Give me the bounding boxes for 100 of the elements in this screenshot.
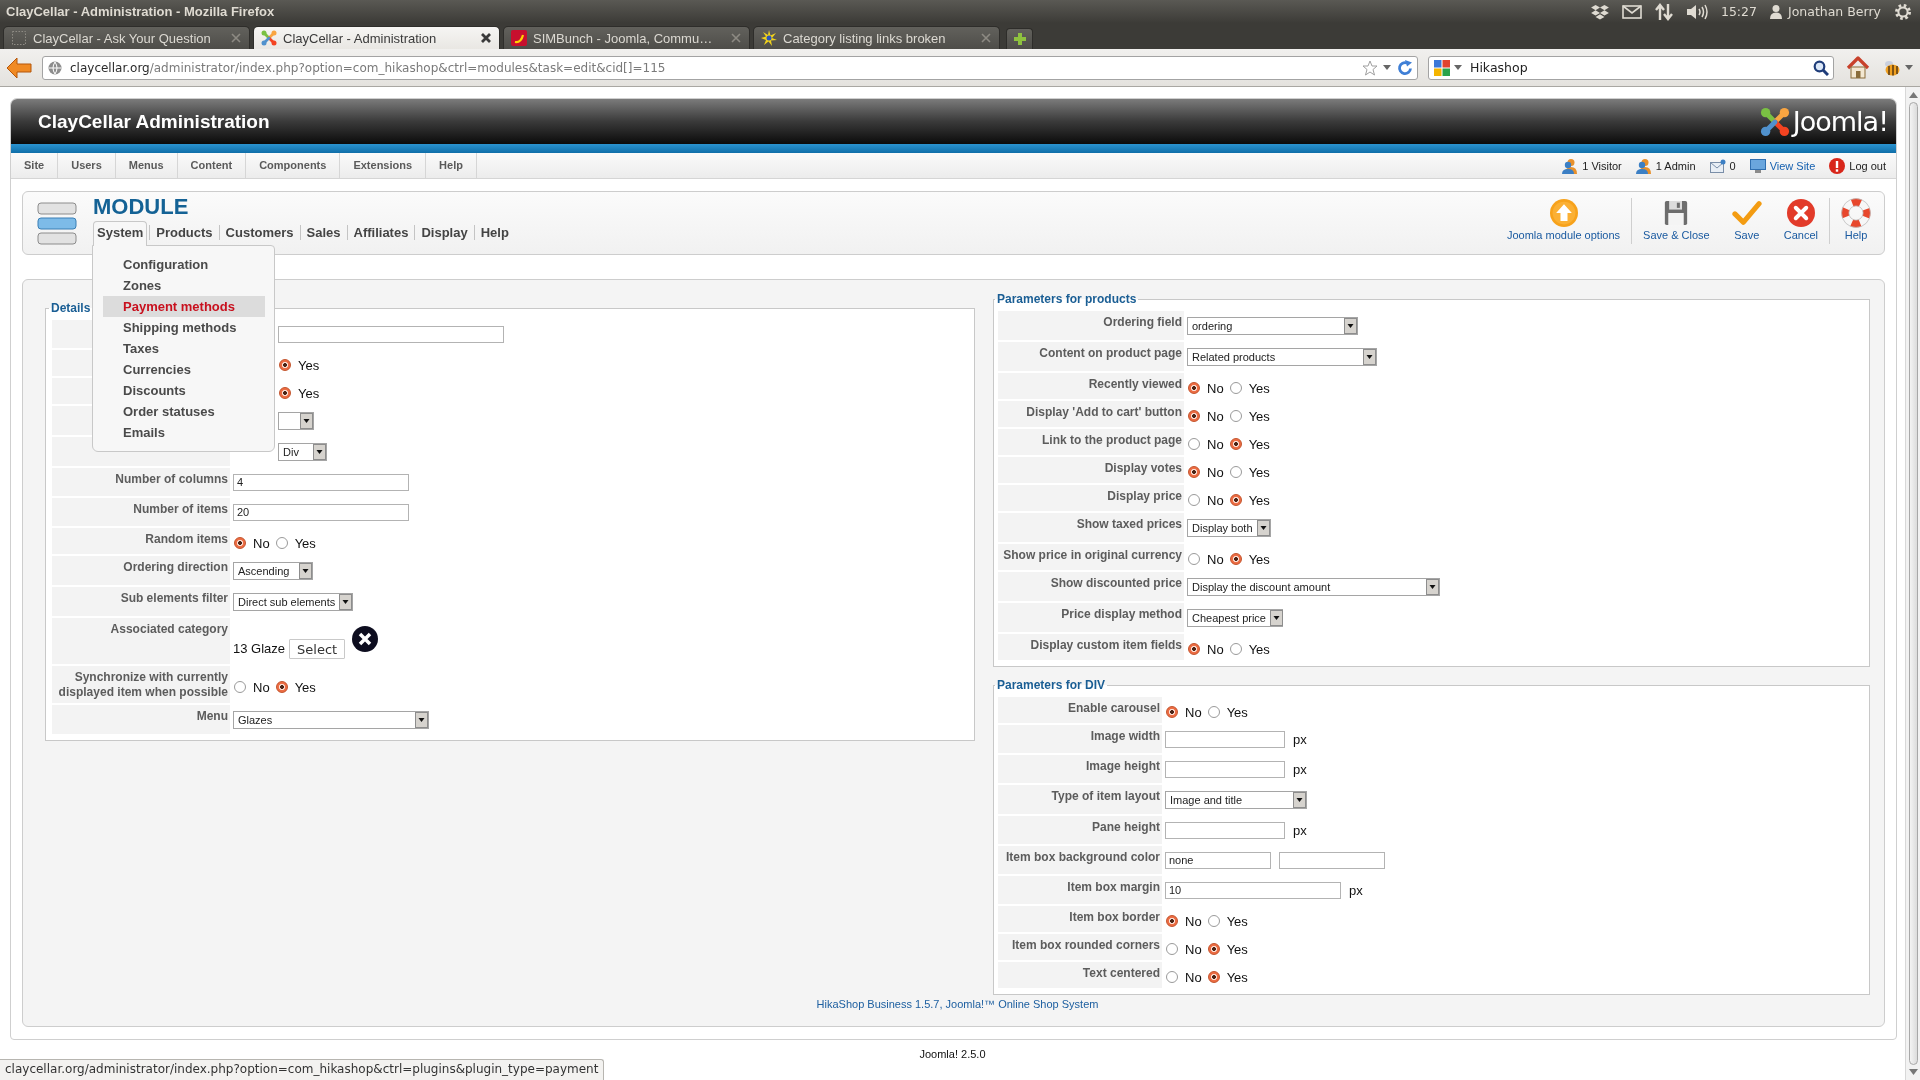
save-button[interactable]: Save	[1720, 197, 1773, 242]
caret-icon[interactable]	[1905, 65, 1913, 70]
radio-button[interactable]	[1166, 971, 1178, 983]
radio-button[interactable]	[234, 537, 246, 549]
menu-bar-item[interactable]: Components	[246, 153, 341, 178]
radio-button[interactable]	[279, 387, 291, 399]
radio-button[interactable]	[1229, 643, 1242, 655]
volume-icon[interactable]	[1685, 3, 1708, 20]
menu-bar-item[interactable]: Menus	[115, 153, 178, 178]
radio-button[interactable]	[1188, 382, 1200, 394]
input-field[interactable]	[1165, 822, 1285, 839]
dropdown[interactable]: Display the discount amount	[1187, 578, 1440, 596]
browser-tab[interactable]: SIMBunch - Joomla, Commu…	[503, 26, 750, 49]
input-field[interactable]	[1279, 852, 1385, 869]
menu-item[interactable]: Shipping methods	[103, 317, 265, 338]
menu-item[interactable]: Taxes	[103, 338, 265, 359]
logout-link[interactable]: Log out	[1849, 159, 1886, 172]
menu-bar-item[interactable]: Extensions	[340, 153, 427, 178]
menu-item[interactable]: Emails	[103, 422, 265, 443]
search-field[interactable]: Hikashop	[1428, 55, 1834, 80]
radio-button[interactable]	[1188, 643, 1200, 655]
dropdown[interactable]: Cheapest price	[1187, 609, 1283, 627]
submenu-tab[interactable]: Display	[417, 221, 472, 243]
caret-icon[interactable]	[1454, 65, 1462, 70]
submenu-tab[interactable]: Help	[476, 221, 513, 243]
address-bar[interactable]: claycellar.org/administrator/index.php?option=com_hikashop&ctrl=modules&task=edit&cid[]=115	[42, 55, 1418, 80]
menu-bar-item[interactable]: Site	[11, 153, 59, 178]
menu-bar-item[interactable]: Help	[426, 153, 477, 178]
dropdown[interactable]: Image and title	[1165, 791, 1307, 809]
menu-item[interactable]: Payment methods	[103, 296, 265, 317]
input-field[interactable]: 20	[233, 504, 409, 521]
submenu-tab[interactable]: Affiliates	[349, 221, 413, 243]
menu-item[interactable]: Discounts	[103, 380, 265, 401]
dropdown[interactable]: Related products	[1187, 348, 1377, 366]
up-down-arrows-icon[interactable]	[1654, 2, 1673, 21]
caret-icon[interactable]	[1383, 65, 1391, 70]
menu-bar-item[interactable]: Content	[177, 153, 247, 178]
credit-link[interactable]: HikaShop Business 1.5.7, Joomla!™ Online Shop System	[816, 998, 1099, 1010]
down-arrow-icon[interactable]	[1908, 1069, 1918, 1075]
dropdown[interactable]: Div	[278, 443, 327, 461]
new-tab-button[interactable]	[1006, 28, 1033, 49]
menu-item[interactable]: Order statuses	[103, 401, 265, 422]
browser-tab[interactable]: Category listing links broken	[753, 26, 1000, 49]
radio-button[interactable]	[279, 359, 291, 371]
close-icon[interactable]	[480, 32, 492, 44]
input-field[interactable]: 4	[233, 474, 409, 491]
dropdown[interactable]	[278, 412, 314, 430]
radio-button[interactable]	[234, 680, 246, 693]
radio-button[interactable]	[1229, 382, 1242, 394]
options-button[interactable]: Joomla module options	[1495, 197, 1632, 242]
radio-button[interactable]	[1229, 553, 1242, 565]
submenu-tab[interactable]: System	[93, 221, 148, 246]
monitor-icon[interactable]	[1749, 158, 1766, 173]
menu-item[interactable]: Configuration	[103, 254, 265, 275]
exclamation-icon[interactable]	[1829, 157, 1846, 174]
close-icon[interactable]	[352, 626, 379, 652]
input-field[interactable]: 10	[1165, 882, 1341, 899]
radio-button[interactable]	[275, 537, 288, 549]
radio-button[interactable]	[1207, 943, 1220, 955]
radio-button[interactable]	[1188, 438, 1200, 450]
four-squares-icon[interactable]	[1434, 59, 1450, 76]
browser-tab[interactable]: ClayCellar - Administration	[253, 26, 500, 49]
radio-button[interactable]	[1188, 553, 1200, 565]
dropdown[interactable]: Ascending	[233, 562, 313, 580]
browser-tab[interactable]: ClayCellar - Ask Your Question	[3, 26, 250, 49]
menu-bar-item[interactable]: Users	[58, 153, 116, 178]
radio-button[interactable]	[1207, 915, 1220, 927]
input-field[interactable]	[278, 326, 504, 343]
clock[interactable]: 15:27	[1720, 4, 1757, 19]
dropdown[interactable]: ordering	[1187, 317, 1358, 335]
help-button[interactable]: Help	[1830, 197, 1882, 242]
dropdown[interactable]: Direct sub elements	[233, 593, 353, 611]
back-arrow-icon[interactable]	[6, 56, 32, 79]
input-field[interactable]	[1165, 761, 1285, 778]
radio-button[interactable]	[1229, 438, 1242, 450]
radio-button[interactable]	[1229, 466, 1242, 478]
radio-button[interactable]	[1207, 706, 1220, 718]
radio-button[interactable]	[1166, 915, 1178, 927]
select-button[interactable]: Select	[289, 639, 346, 659]
box-icon[interactable]	[1590, 3, 1609, 20]
mail-icon[interactable]	[1621, 4, 1642, 19]
radio-button[interactable]	[275, 680, 288, 693]
gear-icon[interactable]	[1894, 2, 1912, 21]
radio-button[interactable]	[1188, 410, 1200, 422]
menu-item[interactable]: Currencies	[103, 359, 265, 380]
view-site-link[interactable]: View Site	[1769, 159, 1816, 172]
cancel-button[interactable]: Cancel	[1772, 197, 1829, 242]
dropdown[interactable]: Glazes	[233, 711, 429, 729]
input-field[interactable]: none	[1165, 852, 1271, 869]
menu-item[interactable]: Zones	[103, 275, 265, 296]
radio-button[interactable]	[1229, 494, 1242, 506]
scrollbar[interactable]	[1905, 87, 1920, 1080]
submenu-tab[interactable]: Products	[152, 221, 217, 243]
search-icon[interactable]	[1813, 59, 1829, 76]
scrollbar-thumb[interactable]	[1908, 102, 1918, 1065]
home-icon[interactable]	[1846, 55, 1870, 80]
save-close-button[interactable]: Save & Close	[1632, 197, 1721, 242]
user-name[interactable]: Jonathan Berry	[1787, 4, 1881, 19]
reload-icon[interactable]	[1397, 59, 1413, 76]
dropdown[interactable]: Display both	[1187, 519, 1271, 537]
